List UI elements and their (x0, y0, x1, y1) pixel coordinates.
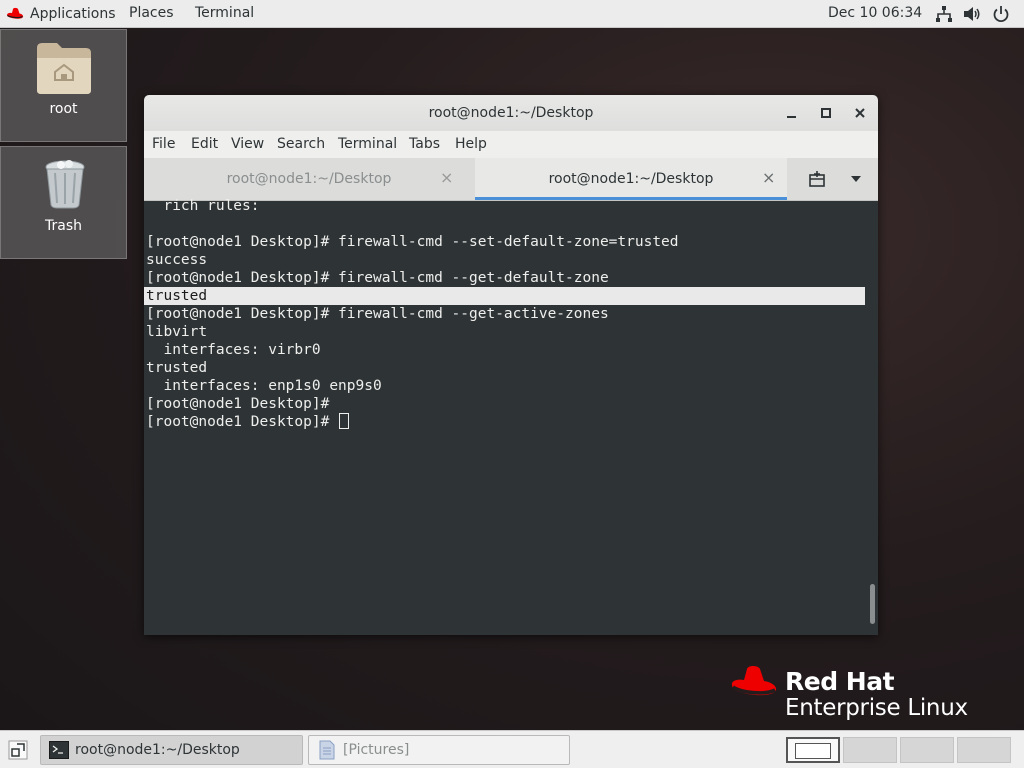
desktop-icon-root[interactable]: root (0, 29, 127, 142)
clock[interactable]: Dec 10 06:34 (828, 0, 922, 27)
power-icon[interactable] (992, 5, 1010, 23)
file-manager-icon (319, 740, 335, 760)
tab-1[interactable]: root@node1:~/Desktop (144, 158, 474, 200)
terminal-line-selected: trusted (144, 287, 865, 305)
volume-icon[interactable] (963, 5, 981, 23)
workspace-3[interactable] (900, 737, 954, 763)
menu-tabs[interactable]: Tabs (409, 131, 440, 158)
workspace-2[interactable] (843, 737, 897, 763)
new-tab-icon[interactable] (808, 170, 826, 188)
show-desktop-icon[interactable] (8, 740, 28, 760)
terminal-line: interfaces: virbr0 (146, 342, 321, 358)
terminal-window: root@node1:~/Desktop File Edit View Sear… (144, 95, 878, 635)
text-cursor (339, 413, 350, 429)
menu-view[interactable]: View (231, 131, 264, 158)
tab-bar: root@node1:~/Desktop × root@node1:~/Desk… (144, 158, 878, 201)
terminal-icon (49, 741, 69, 759)
chevron-down-icon[interactable] (850, 174, 862, 184)
window-title: root@node1:~/Desktop (428, 105, 594, 121)
redhat-hat-icon (7, 7, 24, 19)
workspace-1[interactable] (786, 737, 840, 763)
terminal-app-menu[interactable]: Terminal (195, 0, 254, 27)
scrollbar-thumb[interactable] (870, 584, 875, 624)
terminal-line: [root@node1 Desktop]# (146, 396, 330, 412)
bottom-panel: root@node1:~/Desktop [Pictures] (0, 730, 1024, 768)
tab-label: root@node1:~/Desktop (548, 171, 714, 187)
terminal-line: [root@node1 Desktop]# firewall-cmd --get… (146, 306, 609, 322)
menu-file[interactable]: File (152, 131, 175, 158)
menu-help[interactable]: Help (455, 131, 487, 158)
brand-line-1: Red Hat (785, 667, 895, 696)
taskbar-label: [Pictures] (343, 742, 410, 758)
taskbar-label: root@node1:~/Desktop (75, 742, 240, 758)
tab-label: root@node1:~/Desktop (226, 171, 392, 187)
close-icon[interactable] (850, 103, 870, 123)
terminal-line: [root@node1 Desktop]# firewall-cmd --set… (146, 234, 679, 250)
menu-edit[interactable]: Edit (191, 131, 218, 158)
terminal-line: rich rules: (146, 198, 260, 214)
menubar: File Edit View Search Terminal Tabs Help (144, 131, 878, 158)
terminal-line: trusted (146, 360, 208, 376)
terminal-output[interactable]: rich rules: [root@node1 Desktop]# firewa… (144, 198, 866, 635)
brand-line-2: Enterprise Linux (785, 695, 968, 721)
tab-close-icon[interactable]: × (762, 158, 775, 198)
scrollbar-track[interactable] (866, 201, 878, 635)
terminal-line: success (146, 252, 208, 268)
home-folder-icon (37, 43, 91, 94)
workspace-window-thumbnail (795, 743, 831, 759)
terminal-prompt-line: [root@node1 Desktop]# (146, 413, 350, 431)
terminal-prompt: [root@node1 Desktop]# (146, 414, 339, 430)
applications-menu[interactable]: Applications (6, 0, 116, 27)
trash-icon (45, 160, 85, 209)
taskbar-item-pictures[interactable]: [Pictures] (308, 735, 570, 765)
desktop-icon-label: Trash (45, 218, 82, 234)
workspace-4[interactable] (957, 737, 1011, 763)
menu-search[interactable]: Search (277, 131, 325, 158)
tab-close-icon[interactable]: × (440, 158, 453, 198)
terminal-line: [root@node1 Desktop]# firewall-cmd --get… (146, 270, 609, 286)
tab-2[interactable]: root@node1:~/Desktop (475, 158, 787, 200)
desktop-icon-trash[interactable]: Trash (0, 146, 127, 259)
places-menu[interactable]: Places (129, 0, 174, 27)
menu-terminal[interactable]: Terminal (338, 131, 397, 158)
minimize-icon[interactable] (782, 103, 802, 123)
desktop-icon-label: root (49, 101, 78, 117)
window-titlebar[interactable]: root@node1:~/Desktop (144, 95, 878, 132)
maximize-icon[interactable] (816, 103, 836, 123)
applications-label: Applications (30, 5, 116, 22)
taskbar-item-terminal[interactable]: root@node1:~/Desktop (40, 735, 303, 765)
network-icon[interactable] (935, 5, 953, 23)
top-panel: Applications Places Terminal Dec 10 06:3… (0, 0, 1024, 28)
terminal-line: interfaces: enp1s0 enp9s0 (146, 378, 382, 394)
redhat-logo-icon (731, 666, 777, 696)
terminal-line: libvirt (146, 324, 208, 340)
